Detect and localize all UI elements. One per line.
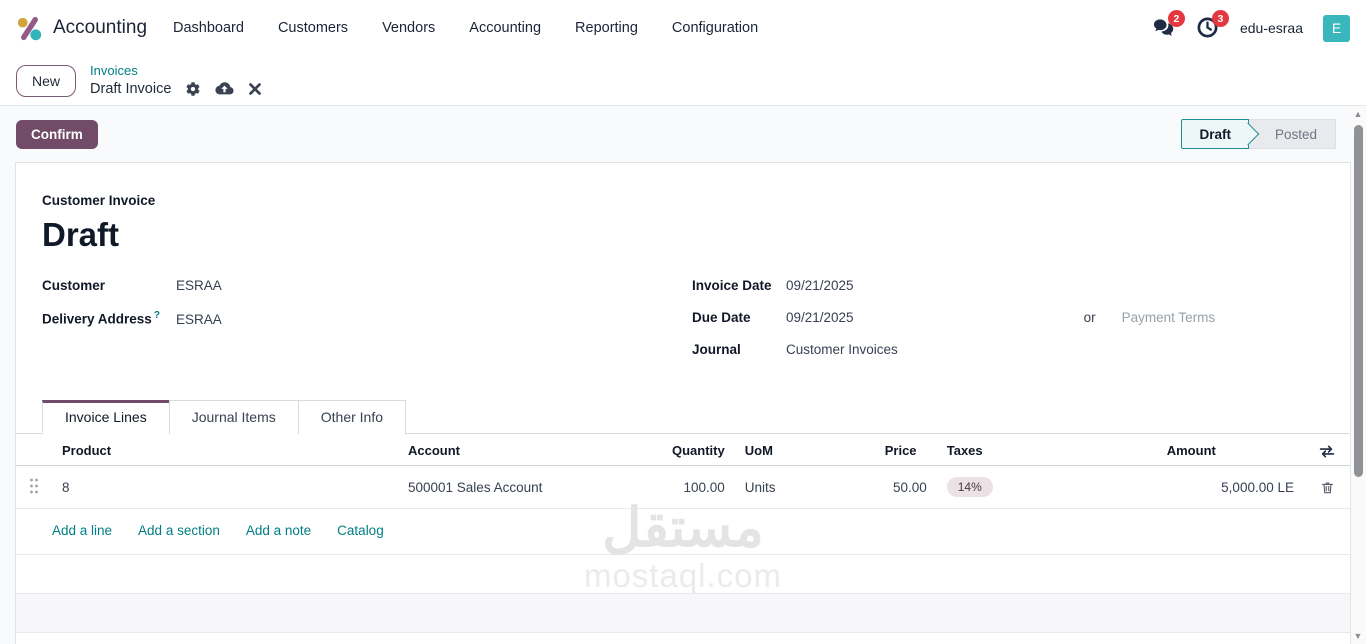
tax-badge[interactable]: 14% — [946, 477, 993, 498]
cell-amount: 5,000.00 LE — [1156, 465, 1304, 510]
user-name[interactable]: edu-esraa — [1240, 20, 1303, 36]
due-date-value[interactable]: 09/21/2025 — [786, 310, 854, 325]
invoice-lines-table: Product Account Quantity UoM Price Taxes… — [16, 434, 1350, 510]
new-button[interactable]: New — [16, 64, 77, 97]
add-a-section-link[interactable]: Add a section — [138, 523, 220, 538]
invoice-date-label: Invoice Date — [692, 278, 772, 293]
top-navbar: Accounting Dashboard Customers Vendors A… — [0, 0, 1366, 56]
payment-terms-input[interactable]: Payment Terms — [1122, 310, 1216, 325]
menu-dashboard[interactable]: Dashboard — [173, 20, 244, 36]
gear-icon[interactable] — [186, 81, 200, 96]
col-account[interactable]: Account — [398, 434, 662, 467]
delivery-address-value[interactable]: ESRAA — [176, 312, 222, 327]
main-menu: Dashboard Customers Vendors Accounting R… — [173, 20, 758, 36]
col-amount[interactable]: Amount — [1156, 434, 1304, 467]
cell-quantity[interactable]: 100.00 — [662, 465, 735, 510]
catalog-link[interactable]: Catalog — [337, 523, 384, 538]
activities-badge: 3 — [1211, 10, 1229, 27]
avatar[interactable]: E — [1323, 14, 1350, 42]
scroll-up-arrow[interactable]: ▲ — [1354, 106, 1363, 122]
cell-account[interactable]: 500001 Sales Account — [398, 465, 662, 510]
cell-price[interactable]: 50.00 — [874, 465, 937, 510]
invoice-date-value[interactable]: 09/21/2025 — [786, 278, 854, 293]
document-type-label: Customer Invoice — [42, 193, 156, 208]
customer-field: Customer ESRAA — [42, 278, 692, 293]
col-taxes[interactable]: Taxes — [936, 434, 1157, 467]
table-header-row: Product Account Quantity UoM Price Taxes… — [16, 434, 1350, 467]
messages-button[interactable]: 2 — [1152, 10, 1185, 40]
delete-line-icon[interactable] — [1320, 480, 1335, 495]
cell-uom[interactable]: Units — [734, 465, 875, 510]
tab-journal-items[interactable]: Journal Items — [168, 400, 299, 434]
empty-row — [16, 555, 1350, 595]
status-posted[interactable]: Posted — [1248, 119, 1336, 149]
add-a-note-link[interactable]: Add a note — [246, 523, 311, 538]
breadcrumb: Invoices Draft Invoice — [90, 63, 262, 97]
drag-handle[interactable] — [16, 465, 52, 510]
col-price[interactable]: Price — [874, 434, 937, 467]
confirm-button[interactable]: Confirm — [16, 119, 98, 149]
empty-row — [16, 594, 1350, 634]
discard-x-icon[interactable] — [249, 82, 262, 95]
accounting-app-icon[interactable] — [16, 15, 43, 42]
delivery-address-label: Delivery Address? — [42, 310, 160, 327]
menu-accounting[interactable]: Accounting — [469, 20, 541, 36]
menu-customers[interactable]: Customers — [278, 20, 348, 36]
journal-field: Journal Customer Invoices — [692, 342, 1324, 357]
control-panel: New Invoices Draft Invoice — [0, 56, 1366, 106]
journal-label: Journal — [692, 342, 741, 357]
customer-label: Customer — [42, 278, 106, 293]
scrollbar-thumb[interactable] — [1353, 125, 1363, 477]
tab-other-info[interactable]: Other Info — [297, 400, 407, 434]
cell-taxes: 14% — [936, 465, 1157, 510]
table-footer-links: Add a line Add a section Add a note Cata… — [16, 509, 1350, 556]
action-row: Confirm Draft Posted — [0, 106, 1366, 162]
menu-reporting[interactable]: Reporting — [575, 20, 638, 36]
col-uom[interactable]: UoM — [734, 434, 875, 467]
or-label: or — [1083, 310, 1096, 325]
page-title: Draft — [42, 216, 120, 253]
scroll-down-arrow[interactable]: ▼ — [1354, 628, 1363, 644]
activities-button[interactable]: 3 — [1196, 10, 1229, 40]
status-draft[interactable]: Draft — [1181, 119, 1249, 149]
menu-vendors[interactable]: Vendors — [382, 20, 435, 36]
col-product[interactable]: Product — [52, 434, 398, 467]
vertical-scrollbar: ▲ ▼ — [1351, 106, 1365, 644]
journal-value[interactable]: Customer Invoices — [786, 342, 898, 357]
tab-invoice-lines[interactable]: Invoice Lines — [42, 400, 170, 434]
save-cloud-icon[interactable] — [215, 81, 235, 96]
content-area: Confirm Draft Posted Customer Invoice Dr… — [0, 106, 1366, 644]
menu-configuration[interactable]: Configuration — [672, 20, 758, 36]
invoice-date-field: Invoice Date 09/21/2025 — [692, 278, 1324, 293]
due-date-field: Due Date 09/21/2025 or Payment Terms — [692, 310, 1324, 325]
optional-columns-icon[interactable] — [1319, 445, 1335, 458]
statusbar: Draft Posted — [1181, 119, 1336, 149]
breadcrumb-invoices-link[interactable]: Invoices — [90, 63, 261, 79]
customer-value[interactable]: ESRAA — [176, 278, 222, 293]
invoice-line-row[interactable]: 8 500001 Sales Account 100.00 Units 50.0… — [16, 465, 1350, 510]
notebook-tabs: Invoice Lines Journal Items Other Info — [16, 400, 1350, 434]
invoice-sheet: Customer Invoice Draft Customer ESRAA De… — [15, 162, 1351, 644]
messages-badge: 2 — [1167, 10, 1185, 27]
breadcrumb-current: Draft Invoice — [90, 80, 172, 97]
delivery-address-field: Delivery Address? ESRAA — [42, 310, 692, 327]
add-a-line-link[interactable]: Add a line — [52, 523, 112, 538]
app-name[interactable]: Accounting — [53, 17, 147, 39]
help-question-icon[interactable]: ? — [154, 310, 160, 321]
due-date-label: Due Date — [692, 310, 751, 325]
col-quantity[interactable]: Quantity — [662, 434, 735, 467]
cell-product[interactable]: 8 — [52, 465, 398, 510]
